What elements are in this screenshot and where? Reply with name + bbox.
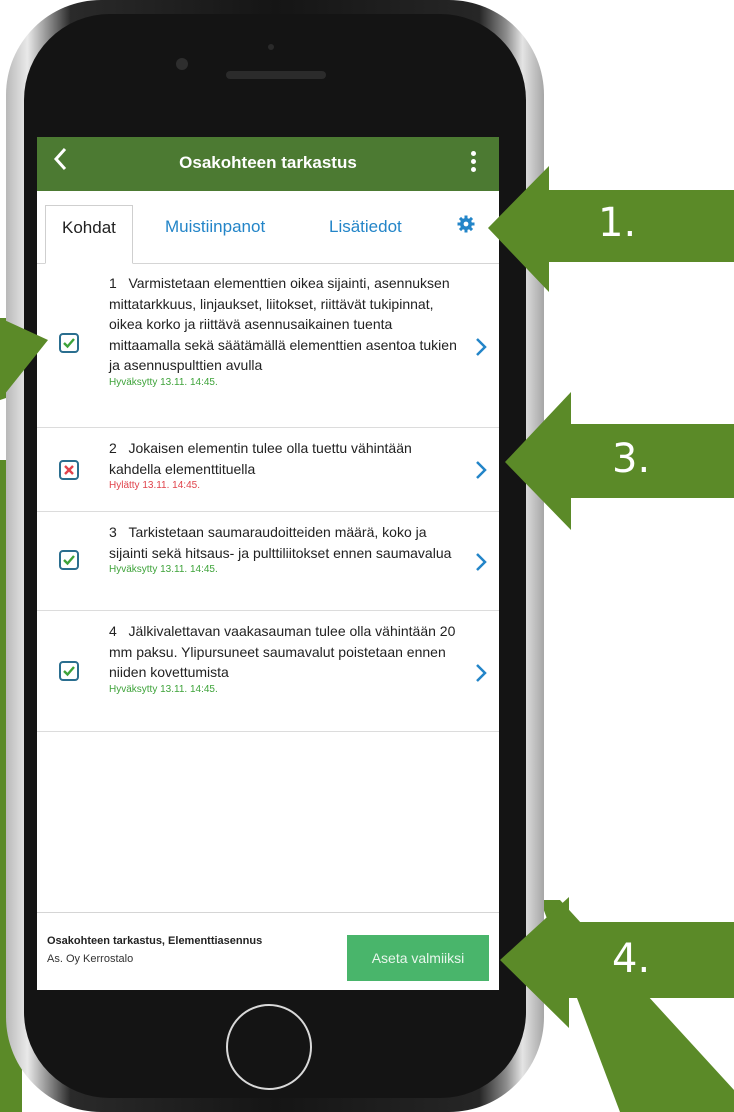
callout-label-1: 1. [598, 200, 637, 246]
callout-label-4: 4. [612, 936, 651, 982]
arrow-left-partial [0, 318, 48, 400]
callout-label-3: 3. [612, 436, 651, 482]
